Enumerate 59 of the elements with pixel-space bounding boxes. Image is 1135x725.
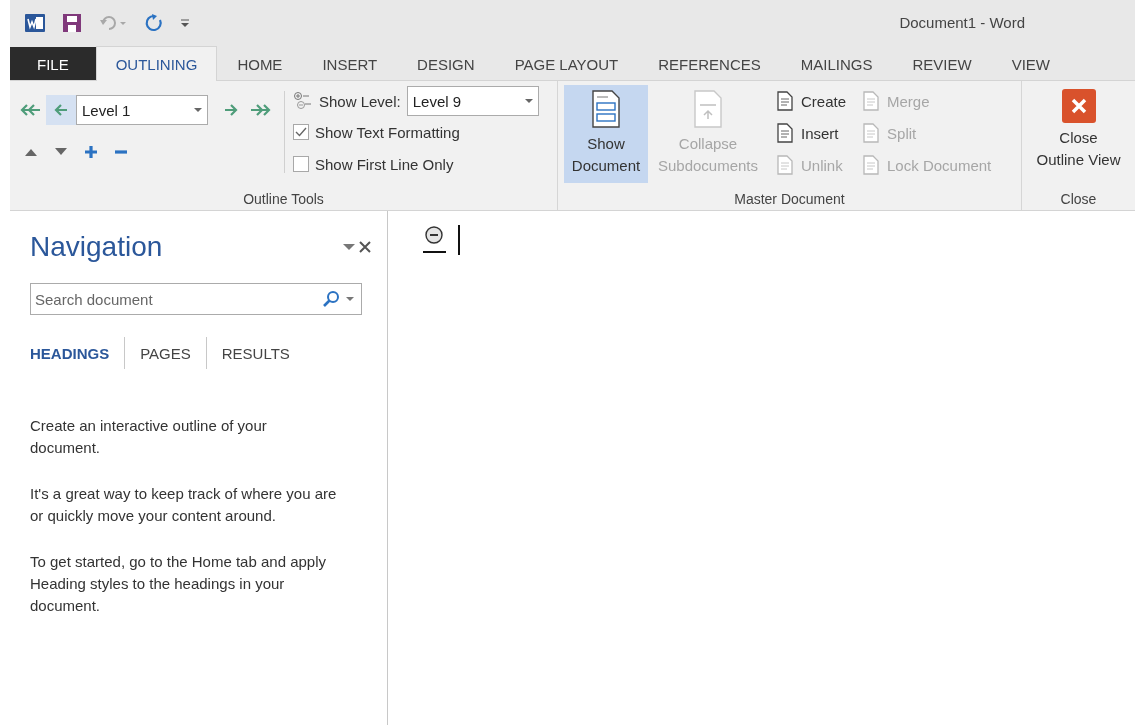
ribbon-tab[interactable]: REVIEW: [892, 47, 992, 80]
group-label: Master Document: [734, 191, 845, 209]
pane-tab[interactable]: HEADINGS: [30, 339, 125, 367]
show-level-dropdown[interactable]: Level 9: [406, 86, 539, 116]
ribbon-tab[interactable]: MAILINGS: [780, 47, 893, 80]
customize-icon: [180, 16, 190, 29]
file-tab[interactable]: FILE: [10, 47, 96, 80]
page-icon: [774, 122, 796, 144]
option-checkbox[interactable]: Show Text Formatting: [293, 116, 539, 148]
page-icon: [774, 154, 796, 176]
pane-title: Navigation: [30, 231, 163, 263]
caret-icon: [343, 243, 355, 251]
ribbon-tab[interactable]: HOME: [217, 47, 303, 80]
close-icon: [359, 241, 371, 253]
help-text: It's a great way to keep track of where you are or quickly move your content around.: [30, 484, 338, 526]
up-triangle-icon: [25, 148, 37, 156]
caret-icon: [346, 296, 354, 302]
ribbon-tab[interactable]: VIEW: [991, 47, 1070, 80]
ribbon-tab[interactable]: PAGE LAYOUT: [494, 47, 639, 80]
search-field[interactable]: Search document: [30, 283, 362, 315]
ribbon-tab[interactable]: DESIGN: [397, 47, 495, 80]
search-icon: [322, 290, 340, 308]
check-icon: [295, 127, 307, 137]
caret-icon: [194, 107, 202, 113]
pane-options-button[interactable]: [341, 243, 357, 251]
group-label: Close: [1060, 191, 1097, 209]
close-icon: [1061, 89, 1096, 123]
pane-tab[interactable]: PAGES: [125, 339, 206, 367]
ribbon-tab[interactable]: OUTLINING: [95, 46, 218, 81]
outline-level-dropdown[interactable]: Level 1: [76, 95, 208, 125]
option-checkbox[interactable]: Show First Line Only: [293, 148, 539, 180]
checkbox[interactable]: [293, 124, 309, 140]
help-text: To get started, go to the Home tab and apply Heading styles to the headings in your document.: [30, 552, 328, 616]
redo-icon: [144, 12, 164, 33]
checkbox[interactable]: [293, 156, 309, 172]
text-cursor-icon: [458, 225, 460, 255]
insert-button[interactable]: Insert: [772, 117, 849, 149]
document-icon: [692, 89, 724, 129]
ribbon-tab[interactable]: INSERT: [302, 47, 398, 80]
close-outline-view-button[interactable]: Close Outline View: [1032, 85, 1125, 183]
plus-icon: [84, 145, 98, 159]
down-triangle-icon: [55, 148, 67, 156]
caret-icon: [524, 98, 533, 104]
collapse-bullet-icon: [422, 225, 448, 253]
show-document-button[interactable]: Show Document: [564, 85, 648, 183]
window-title: Document1 - Word: [899, 14, 1025, 31]
save-icon: [62, 12, 82, 33]
create-button[interactable]: Create: [772, 85, 849, 117]
word-icon: [24, 11, 46, 34]
pane-tab[interactable]: RESULTS: [206, 339, 305, 367]
document-icon: [590, 89, 622, 129]
help-text: Create an interactive outline of your document.: [30, 416, 268, 458]
close-pane-button[interactable]: [357, 241, 373, 253]
show-level-icon: [293, 91, 313, 111]
ribbon-tab[interactable]: REFERENCES: [638, 47, 781, 80]
page-icon: [774, 90, 796, 112]
show-level-label: Show Level:: [319, 92, 401, 110]
promote-button[interactable]: [46, 95, 76, 125]
group-label: Outline Tools: [243, 191, 324, 209]
